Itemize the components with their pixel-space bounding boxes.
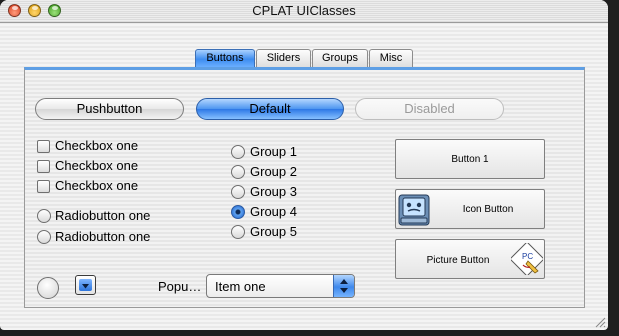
title-bar[interactable]: CPLAT UIClasses [0, 0, 608, 23]
checkbox-3-label[interactable]: Checkbox one [55, 178, 138, 193]
popup-value: Item one [215, 279, 266, 294]
disclosure-inner [79, 279, 92, 291]
tab-misc[interactable]: Misc [369, 49, 413, 67]
checkbox-3[interactable] [37, 180, 50, 193]
group-radio-2[interactable] [231, 165, 245, 179]
window-title: CPLAT UIClasses [252, 3, 356, 18]
button-1-label: Button 1 [451, 154, 489, 165]
group-radio-5-label[interactable]: Group 5 [250, 224, 297, 239]
tab-buttons[interactable]: Buttons [195, 49, 255, 67]
radiobutton-2-label[interactable]: Radiobutton one [55, 229, 150, 244]
picture-glyph: PC [522, 252, 533, 261]
group-radio-3-label[interactable]: Group 3 [250, 184, 297, 199]
popup-label: Popu… [158, 279, 202, 294]
picture-button[interactable]: Picture Button PC [395, 239, 545, 279]
radiobutton-1-label[interactable]: Radiobutton one [55, 208, 150, 223]
popup-arrows [333, 275, 354, 297]
group-radio-1-label[interactable]: Group 1 [250, 144, 297, 159]
app-window: CPLAT UIClasses Buttons Sliders Groups M… [0, 0, 608, 330]
default-button[interactable]: Default [196, 98, 344, 120]
icon-button-label: Icon Button [462, 204, 514, 215]
tab-sliders[interactable]: Sliders [256, 49, 311, 67]
checkbox-2-label[interactable]: Checkbox one [55, 158, 138, 173]
icon-button[interactable]: Icon Button [395, 189, 545, 229]
group-radio-1[interactable] [231, 145, 245, 159]
triangle-down-icon [82, 284, 89, 289]
group-radio-4-label[interactable]: Group 4 [250, 204, 297, 219]
popup-menu[interactable]: Item one [206, 274, 355, 298]
tab-groups[interactable]: Groups [312, 49, 368, 67]
checkbox-2[interactable] [37, 160, 50, 173]
checkbox-1[interactable] [37, 140, 50, 153]
radiobutton-2[interactable] [37, 230, 51, 244]
disclosure-button[interactable] [75, 275, 96, 295]
pen-certificate-icon: PC [511, 243, 543, 275]
group-radio-4[interactable] [231, 205, 245, 219]
group-radio-3[interactable] [231, 185, 245, 199]
checkbox-1-label[interactable]: Checkbox one [55, 138, 138, 153]
round-bevel-button[interactable] [37, 277, 59, 299]
group-radio-2-label[interactable]: Group 2 [250, 164, 297, 179]
updown-arrows-icon [340, 279, 348, 293]
resize-grip-icon[interactable] [594, 316, 606, 328]
picture-button-label: Picture Button [426, 255, 490, 266]
group-radio-5[interactable] [231, 225, 245, 239]
pushbutton[interactable]: Pushbutton [35, 98, 184, 120]
disabled-button: Disabled [355, 98, 504, 120]
radiobutton-1[interactable] [37, 209, 51, 223]
button-1[interactable]: Button 1 [395, 139, 545, 179]
